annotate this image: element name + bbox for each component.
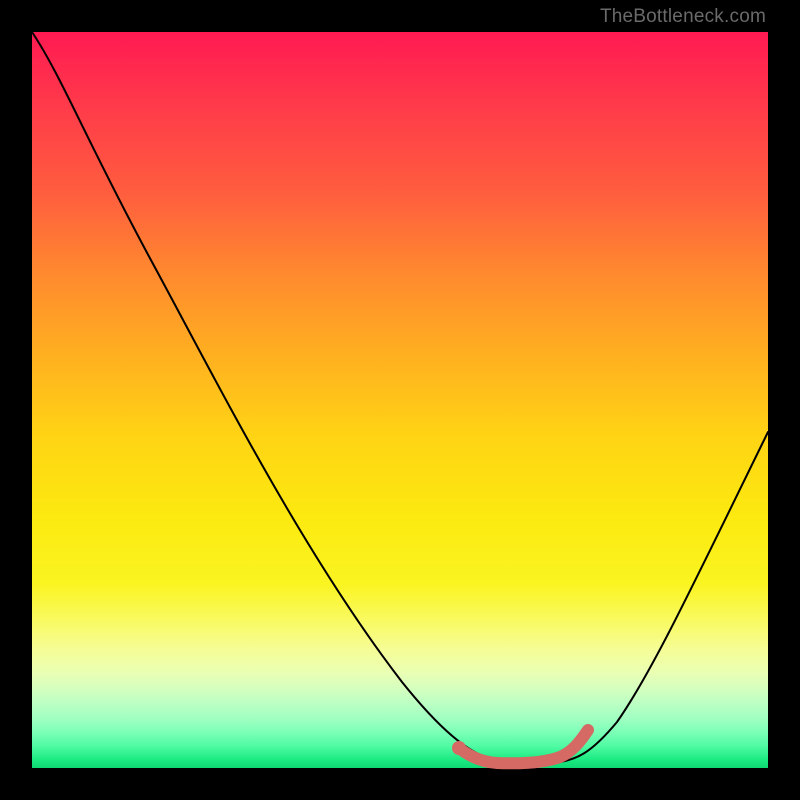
optimal-range-start-dot (452, 741, 466, 755)
plot-area (32, 32, 768, 768)
bottleneck-curve (32, 32, 768, 763)
curve-svg (32, 32, 768, 768)
chart-frame: TheBottleneck.com (0, 0, 800, 800)
watermark-text: TheBottleneck.com (600, 6, 766, 28)
optimal-range-highlight (459, 730, 588, 763)
